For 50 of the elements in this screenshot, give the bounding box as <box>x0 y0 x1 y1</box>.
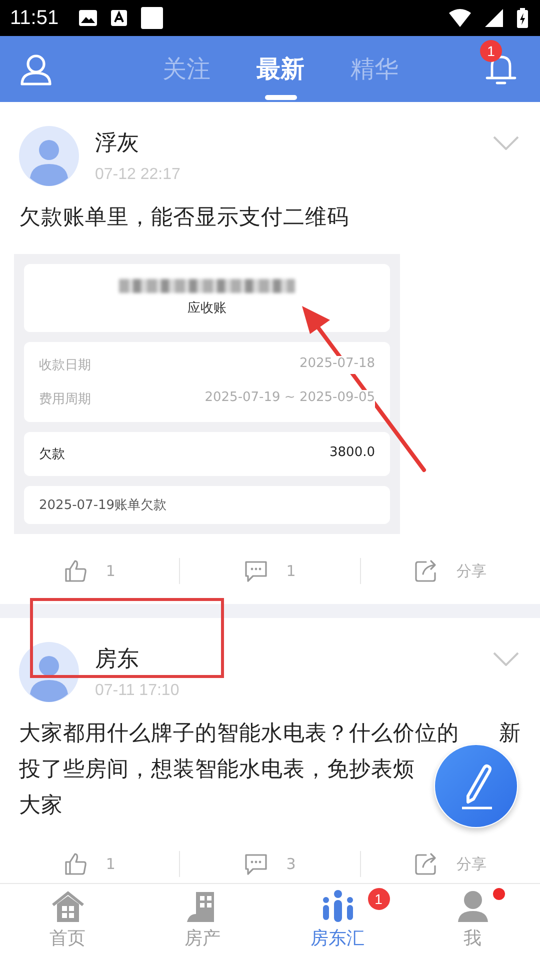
thumbs-up-icon[interactable] <box>64 852 88 876</box>
author-name: 房东 <box>95 646 140 674</box>
share-label: 分享 <box>456 562 486 580</box>
feed-tab[interactable]: 关注 <box>162 36 210 102</box>
detail-value: 2025-07-19 ~ 2025-09-05 <box>204 390 375 408</box>
comment-count: 1 <box>286 562 296 580</box>
post-text: 大家都用什么牌子的智能水电表？什么价位的 <box>19 720 459 748</box>
profile-icon[interactable] <box>19 52 53 86</box>
wifi-icon <box>449 9 471 27</box>
notification-badge: 1 <box>480 40 502 62</box>
like-count: 1 <box>106 855 116 873</box>
clock-time: 11:51 <box>10 6 59 30</box>
comment-icon[interactable] <box>244 559 268 583</box>
share-label: 分享 <box>456 854 486 874</box>
home-icon <box>50 890 86 924</box>
bill-note: 2025-07-19账单欠款 <box>39 498 167 513</box>
author-name: 浮灰 <box>95 130 140 158</box>
like-count: 1 <box>106 562 116 580</box>
bill-title: 应收账 <box>188 300 226 317</box>
thumbs-up-icon[interactable] <box>64 559 88 583</box>
image-icon <box>78 10 97 26</box>
detail-label: 收款日期 <box>39 357 91 374</box>
square-icon <box>140 7 163 29</box>
post-text: 欠款账单里，能否显示支付二维码 <box>19 204 349 232</box>
post-text: 大家 <box>19 792 63 820</box>
post-text: 投了些房间，想装智能水电表，免抄表烦 <box>19 756 415 784</box>
chevron-down-icon[interactable] <box>493 136 519 150</box>
nav-tab[interactable]: 首页 <box>0 884 135 960</box>
share-icon[interactable] <box>414 852 438 876</box>
comment-icon[interactable] <box>244 852 268 876</box>
avatar-icon <box>19 126 79 186</box>
compose-button[interactable] <box>434 744 518 828</box>
detail-label: 费用周期 <box>39 391 91 408</box>
debt-amount: 3800.0 <box>330 445 375 462</box>
detail-value: 2025-07-18 <box>299 356 375 374</box>
comment-count: 3 <box>286 855 296 873</box>
avatar-icon <box>19 642 79 702</box>
feed-tab[interactable]: 精华 <box>350 36 398 102</box>
battery-icon <box>517 8 528 28</box>
signal-icon <box>485 9 503 27</box>
nav-tab[interactable]: 我 <box>405 884 540 960</box>
share-icon[interactable] <box>414 559 438 583</box>
nav-tab[interactable]: 房产 <box>135 884 270 960</box>
feed-tab[interactable]: 最新 <box>256 36 304 102</box>
debt-label: 欠款 <box>39 446 65 463</box>
chevron-down-icon[interactable] <box>493 652 519 666</box>
count-badge: 1 <box>368 888 390 910</box>
nav-tab[interactable]: 1 房东汇 <box>270 884 405 960</box>
post-text: 新 <box>499 720 521 748</box>
font-icon <box>110 10 127 26</box>
